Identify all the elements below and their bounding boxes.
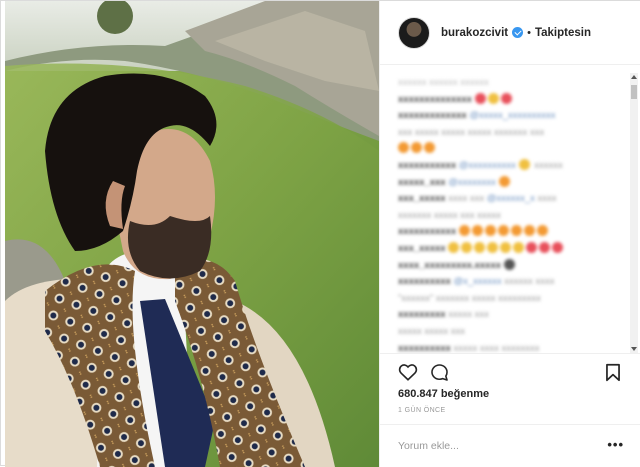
list-item: xxxxxxxxxxxxxx bbox=[398, 92, 640, 109]
following-button[interactable]: Takiptesin bbox=[535, 27, 591, 39]
list-item: xxxxx xxxxx xxx bbox=[398, 325, 466, 337]
comments-list[interactable]: xxxxxx xxxxxx xxxxxx xxxxxxxxxxxxxx xxxx… bbox=[380, 65, 640, 353]
bookmark-icon[interactable] bbox=[605, 363, 621, 382]
list-item: xxxxxxxxxxx bbox=[398, 224, 640, 241]
list-item: xxxxxxxxxxxxx @xxxxx_xxxxxxxxxx bbox=[398, 110, 556, 122]
likes-count[interactable]: 680.847 beğenme bbox=[398, 388, 489, 400]
scroll-up-arrow-icon[interactable] bbox=[631, 75, 637, 79]
list-item: xxxxxxxxxxx @xxxxxxxxxx xxxxxx bbox=[398, 158, 563, 171]
comments-scrollbar[interactable] bbox=[630, 73, 638, 353]
separator-dot: • bbox=[527, 26, 531, 39]
avatar[interactable] bbox=[398, 16, 430, 49]
list-item: xxxxxx xxxxxx xxxxxx bbox=[398, 77, 489, 88]
post-image bbox=[5, 1, 379, 467]
post-details-panel: burakozcivit • Takiptesin xxxxxx xxxxxx … bbox=[379, 1, 640, 467]
list-item: xxx_xxxxx xxxx xxx @xxxxxx_x xxxx bbox=[398, 193, 557, 205]
post-timestamp: 1 GÜN ÖNCE bbox=[398, 407, 446, 414]
add-comment-bar: ••• bbox=[380, 424, 640, 467]
scrollbar-thumb[interactable] bbox=[631, 85, 637, 99]
verified-badge-icon bbox=[512, 27, 524, 38]
list-item: xxxxxxxxxx @x_xxxxxx xxxxxx xxxx bbox=[398, 276, 555, 288]
scroll-down-arrow-icon[interactable] bbox=[631, 347, 637, 351]
list-item: xxx_xxxxx bbox=[398, 241, 640, 258]
post-header: burakozcivit • Takiptesin bbox=[380, 1, 640, 65]
list-item: xxxx_xxxxxxxxx.xxxxx bbox=[398, 258, 640, 275]
list-item: "xxxxxx" xxxxxxx xxxxx xxxxxxxxx bbox=[398, 292, 541, 304]
list-item: xxx xxxxx xxxxx xxxxx xxxxxxx xxx bbox=[398, 126, 545, 138]
post-actions bbox=[380, 353, 640, 393]
more-options-icon[interactable]: ••• bbox=[607, 437, 624, 452]
list-item: xxxxxxx xxxxx xxx xxxxx bbox=[398, 209, 501, 221]
heart-outline-icon[interactable] bbox=[398, 363, 418, 381]
list-item: xxxxx_xxx @xxxxxxxx bbox=[398, 175, 640, 192]
comment-input[interactable] bbox=[398, 438, 598, 454]
post-photo[interactable] bbox=[5, 1, 379, 467]
speech-bubble-icon[interactable] bbox=[430, 363, 449, 382]
list-item: xxxxxxxxx xxxxx xxx bbox=[398, 309, 489, 321]
post-modal: burakozcivit • Takiptesin xxxxxx xxxxxx … bbox=[0, 0, 640, 467]
list-item bbox=[398, 141, 640, 158]
list-item: xxxxxxxxxx xxxxx xxxx xxxxxxxx bbox=[398, 342, 540, 354]
username-link[interactable]: burakozcivit bbox=[441, 27, 508, 39]
